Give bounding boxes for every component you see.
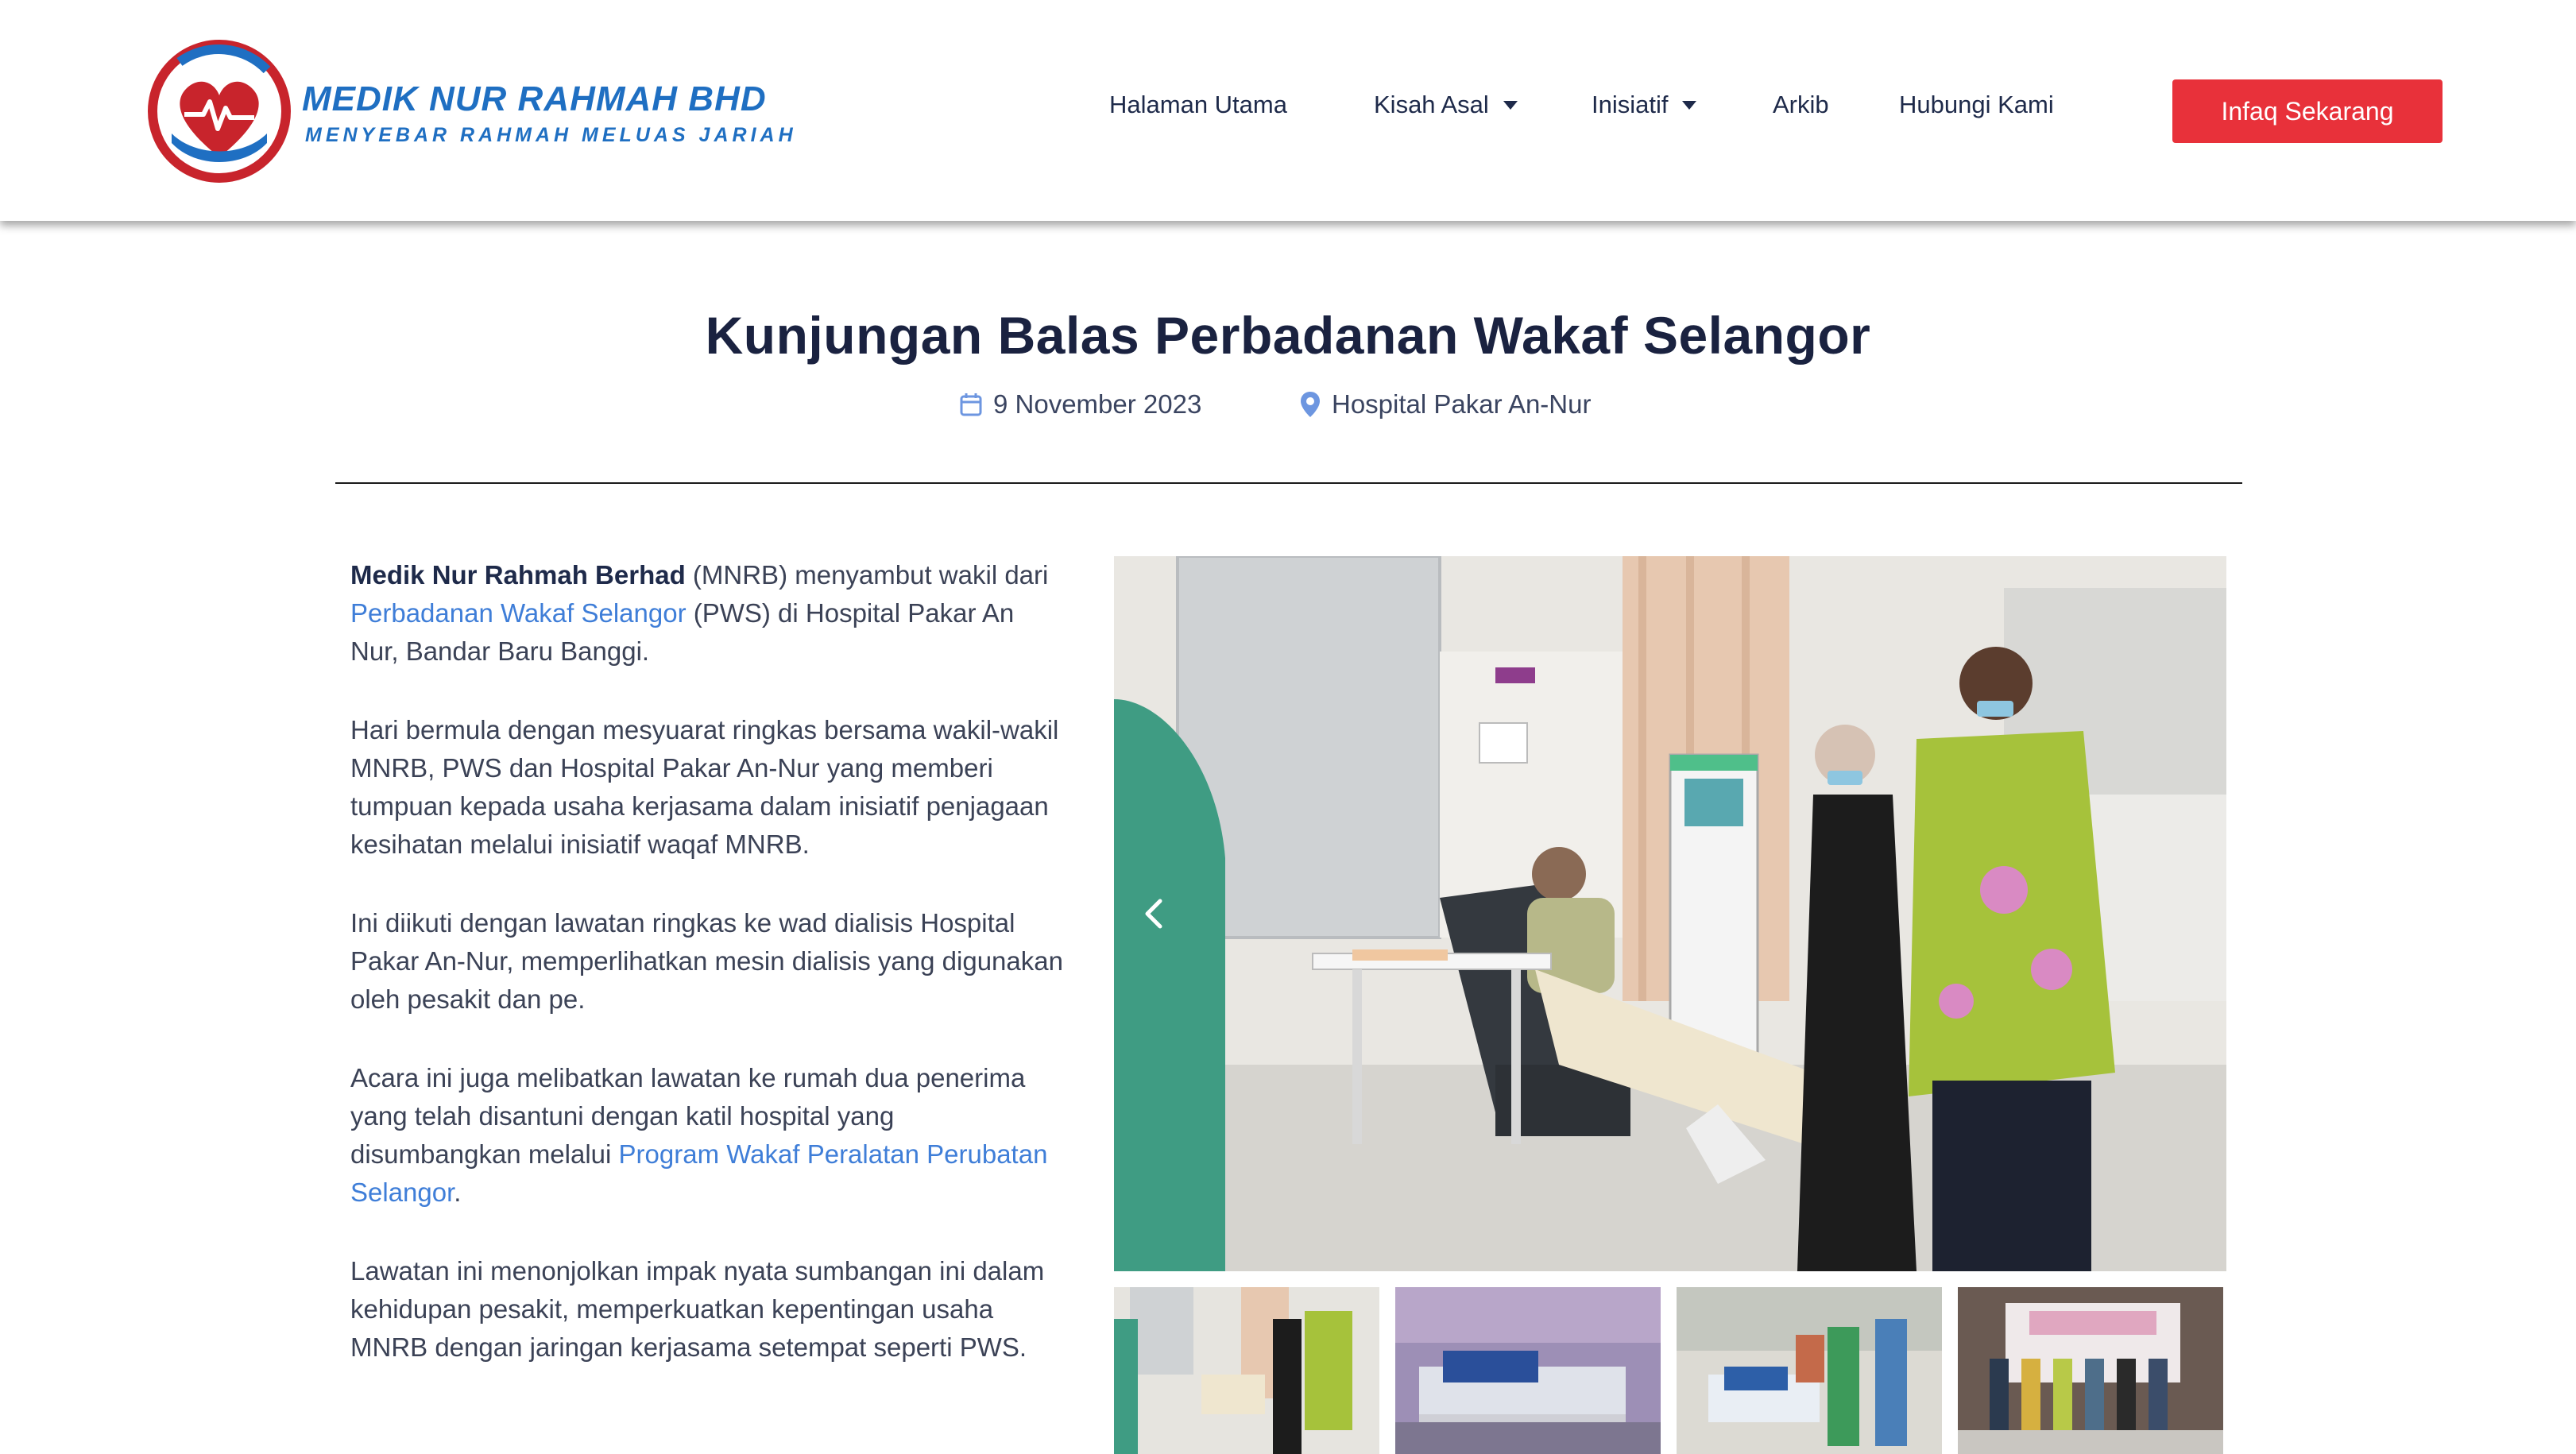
logo-heart-icon: [148, 40, 291, 183]
article-paragraph: Hari bermula dengan mesyuarat ringkas be…: [350, 715, 1059, 859]
thumbnail-photo: [1677, 1287, 1942, 1454]
nav-item-hubungi-kami[interactable]: Hubungi Kami: [1899, 91, 2054, 119]
thumbnail-photo: [1114, 1287, 1379, 1454]
logo-tagline: MENYEBAR RAHMAH MELUAS JARIAH: [305, 124, 797, 146]
nav-item-label: Inisiatif: [1592, 91, 1669, 118]
gallery-thumbnail[interactable]: [1677, 1287, 1942, 1454]
article-paragraph: Acara ini juga melibatkan lawatan ke rum…: [350, 1059, 1066, 1212]
article-paragraph: Lawatan ini menonjolkan impak nyata sumb…: [350, 1256, 1045, 1362]
gallery-main-photo[interactable]: [1114, 556, 2226, 1271]
thumbnail-photo: [1958, 1287, 2223, 1454]
org-name: Medik Nur Rahmah Berhad: [350, 560, 686, 590]
post-location-text: Hospital Pakar An-Nur: [1332, 389, 1592, 419]
article-body: Medik Nur Rahmah Berhad (MNRB) menyambut…: [350, 556, 1066, 1407]
post-date: 9 November 2023: [960, 389, 1201, 420]
nav-item-label: Kisah Asal: [1374, 91, 1489, 118]
article-paragraph: Ini diikuti dengan lawatan ringkas ke wa…: [350, 908, 1063, 1014]
title-divider: [335, 482, 2242, 484]
gallery-thumbnail[interactable]: [1395, 1287, 1661, 1454]
thumbnail-photo: [1395, 1287, 1661, 1454]
chevron-left-icon[interactable]: [1138, 890, 1170, 938]
post-date-text: 9 November 2023: [993, 389, 1202, 419]
infaq-sekarang-button[interactable]: Infaq Sekarang: [2172, 79, 2443, 143]
gallery-thumbnail[interactable]: [1958, 1287, 2223, 1454]
nav-item-label: Arkib: [1773, 91, 1829, 118]
paragraph-text: (MNRB) menyambut wakil dari: [685, 560, 1049, 590]
site-header: MEDIK NUR RAHMAH BHD MENYEBAR RAHMAH MEL…: [0, 0, 2576, 221]
map-pin-icon: [1301, 392, 1320, 417]
caret-down-icon: [1503, 100, 1518, 110]
article-paragraph: Medik Nur Rahmah Berhad (MNRB) menyambut…: [350, 556, 1066, 671]
nav-item-kisah-asal[interactable]: Kisah Asal: [1374, 91, 1518, 119]
site-logo[interactable]: MEDIK NUR RAHMAH BHD MENYEBAR RAHMAH MEL…: [148, 38, 793, 186]
nav-item-arkib[interactable]: Arkib: [1773, 91, 1829, 119]
nav-item-halaman-utama[interactable]: Halaman Utama: [1109, 91, 1287, 119]
nav-item-inisiatif[interactable]: Inisiatif: [1592, 91, 1697, 119]
paragraph-text: .: [454, 1178, 462, 1207]
page-title: Kunjungan Balas Perbadanan Wakaf Selango…: [705, 306, 1871, 365]
calendar-icon: [960, 393, 982, 416]
logo-name: MEDIK NUR RAHMAH BHD: [302, 79, 767, 118]
nav-item-label: Hubungi Kami: [1899, 91, 2054, 118]
gallery-thumbnail[interactable]: [1114, 1287, 1379, 1454]
nav-item-label: Halaman Utama: [1109, 91, 1287, 118]
caret-down-icon: [1682, 100, 1697, 110]
dialysis-ward-photo: [1114, 556, 2226, 1271]
post-location: Hospital Pakar An-Nur: [1300, 389, 1591, 420]
pws-link[interactable]: Perbadanan Wakaf Selangor: [350, 598, 687, 628]
